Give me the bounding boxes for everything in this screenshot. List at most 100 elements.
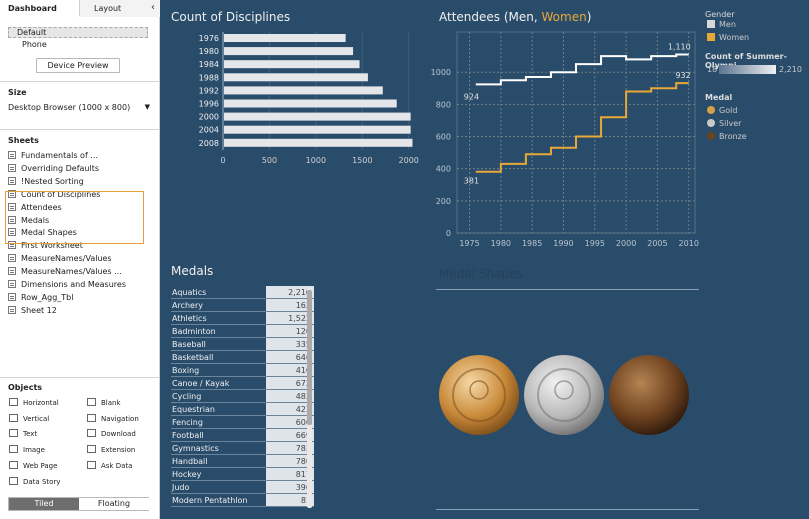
x-tick-label: 1990 <box>553 239 573 248</box>
object-image[interactable]: Image <box>9 444 45 456</box>
layout-mode-toggle: Tiled Floating <box>8 497 149 511</box>
worksheet-icon <box>8 292 16 301</box>
object-text[interactable]: Text <box>9 428 37 440</box>
gold-medal-image[interactable] <box>439 355 519 435</box>
bar-2008[interactable] <box>224 138 413 147</box>
sheet-item-measurenames-values[interactable]: MeasureNames/Values <box>8 253 156 265</box>
x-tick-label: 2000 <box>399 156 419 165</box>
worksheet-icon <box>8 280 16 288</box>
size-value: Desktop Browser (1000 x 800) <box>8 103 131 112</box>
bar-1996[interactable] <box>224 99 397 108</box>
bar-2000[interactable] <box>224 112 411 121</box>
object-label: Data Story <box>23 477 61 486</box>
sheet-item-overriding-defaults[interactable]: Overriding Defaults <box>8 163 156 175</box>
sheet-item-label: Fundamentals of ... <box>21 151 98 160</box>
sheet-item-label: !Nested Sorting <box>21 176 84 186</box>
sheet-item-dimensions-and-measures[interactable]: Dimensions and Measures <box>8 279 156 291</box>
legend-silver[interactable]: Silver <box>707 119 741 129</box>
chevron-left-icon[interactable]: ‹ <box>151 0 155 16</box>
start-label: 924 <box>464 92 479 101</box>
legend-women[interactable]: Women <box>707 33 749 43</box>
object-navigation[interactable]: Navigation <box>87 413 139 425</box>
sheet-item-label: Row_Agg_Tbl <box>21 292 74 302</box>
attendees-title-prefix: Attendees (Men, <box>439 10 542 24</box>
size-section-title: Size <box>8 88 27 97</box>
vertical-container-icon <box>9 413 18 422</box>
object-label: Extension <box>101 446 136 455</box>
y-tick-label: 1976 <box>199 34 219 43</box>
image-icon <box>9 445 18 454</box>
caret-down-icon: ▼ <box>144 103 150 111</box>
tab-dashboard[interactable]: Dashboard <box>0 0 80 17</box>
dashboard-canvas: Count of Disciplines 0 500 1000 1500 2000 197… <box>160 0 809 519</box>
object-blank[interactable]: Blank <box>87 397 121 409</box>
bar-2004[interactable] <box>224 125 411 134</box>
bar-1984[interactable] <box>224 60 360 69</box>
medal-shapes-images <box>439 355 689 435</box>
scrollbar-thumb[interactable] <box>307 290 312 425</box>
sheet-item-row-agg-tbl[interactable]: Row_Agg_Tbl <box>8 292 156 304</box>
legend-men[interactable]: Men <box>707 20 736 30</box>
legend-gold[interactable]: Gold <box>707 106 737 116</box>
sheet-item-label: Overriding Defaults <box>21 163 100 173</box>
x-tick-label: 1995 <box>585 239 605 248</box>
silver-medal-icon <box>707 119 715 127</box>
y-tick-label: 600 <box>436 133 451 142</box>
web-page-icon <box>9 460 18 469</box>
device-preview-button[interactable]: Device Preview <box>36 58 120 73</box>
silver-medal-image[interactable] <box>524 355 604 435</box>
count-legend-max: 2,210 <box>779 65 802 74</box>
object-vertical[interactable]: Vertical <box>9 413 49 425</box>
object-download[interactable]: Download <box>87 428 136 440</box>
device-default[interactable]: Default <box>8 27 148 38</box>
object-data-story[interactable]: Data Story <box>9 476 60 488</box>
object-label: Download <box>101 430 136 439</box>
series-line-women[interactable] <box>475 82 689 173</box>
download-icon <box>87 429 96 438</box>
object-label: Text <box>23 430 38 439</box>
sheet-item-measurenames-values[interactable]: MeasureNames/Values ... <box>8 266 156 278</box>
tab-layout[interactable]: Layout <box>80 0 160 17</box>
men-swatch <box>707 20 715 28</box>
bar-1980[interactable] <box>224 47 354 56</box>
series-line-men[interactable] <box>475 53 689 86</box>
x-tick-label: 1500 <box>352 156 372 165</box>
sheet-item-sheet-12[interactable]: Sheet 12 <box>8 305 156 317</box>
device-phone[interactable]: Phone <box>22 40 47 50</box>
y-tick-label: 2000 <box>199 113 219 122</box>
object-label: Horizontal <box>23 399 59 407</box>
sheet-item-fundamentals-of[interactable]: Fundamentals of ... <box>8 150 156 162</box>
y-tick-label: 400 <box>436 165 451 174</box>
size-dropdown[interactable]: Desktop Browser (1000 x 800) ▼ <box>8 101 152 114</box>
medals-table-title: Medals <box>171 264 214 278</box>
x-tick-label: 1975 <box>459 239 479 248</box>
divider <box>0 81 160 82</box>
y-tick-label: 2004 <box>199 126 219 135</box>
object-ask-data[interactable]: Ask Data <box>87 460 132 472</box>
object-label: Navigation <box>101 414 139 423</box>
count-legend-gradient <box>719 65 776 74</box>
bar-1992[interactable] <box>224 86 383 95</box>
worksheet-icon <box>8 254 16 263</box>
text-icon <box>9 429 18 438</box>
object-web-page[interactable]: Web Page <box>9 460 57 472</box>
bar-1976[interactable] <box>224 34 346 42</box>
medal-shapes-top-rule <box>436 289 699 290</box>
bar-1988[interactable] <box>224 73 368 82</box>
x-tick-label: 2005 <box>647 239 667 248</box>
sheet-item-nested-sorting[interactable]: !Nested Sorting <box>8 176 156 188</box>
tiled-button[interactable]: Tiled <box>9 498 79 510</box>
y-tick-label: 1988 <box>199 73 219 82</box>
legend-bronze[interactable]: Bronze <box>707 132 747 142</box>
object-extension[interactable]: Extension <box>87 444 135 456</box>
divider <box>0 129 160 130</box>
object-label: Ask Data <box>101 461 133 470</box>
floating-button[interactable]: Floating <box>79 498 149 510</box>
bronze-medal-image[interactable] <box>609 355 689 435</box>
object-horizontal[interactable]: Horizontal <box>9 397 59 409</box>
gold-medal-icon <box>707 106 715 114</box>
dashboard-side-panel: Dashboard Layout ‹ Default Phone Device … <box>0 0 160 519</box>
medals-table-scrollbar[interactable] <box>307 288 312 508</box>
medals-table: Aquatics 2,210 Archery 162 Athletics 1,523 Bad… <box>171 286 317 507</box>
y-tick-label: 1992 <box>199 86 219 95</box>
